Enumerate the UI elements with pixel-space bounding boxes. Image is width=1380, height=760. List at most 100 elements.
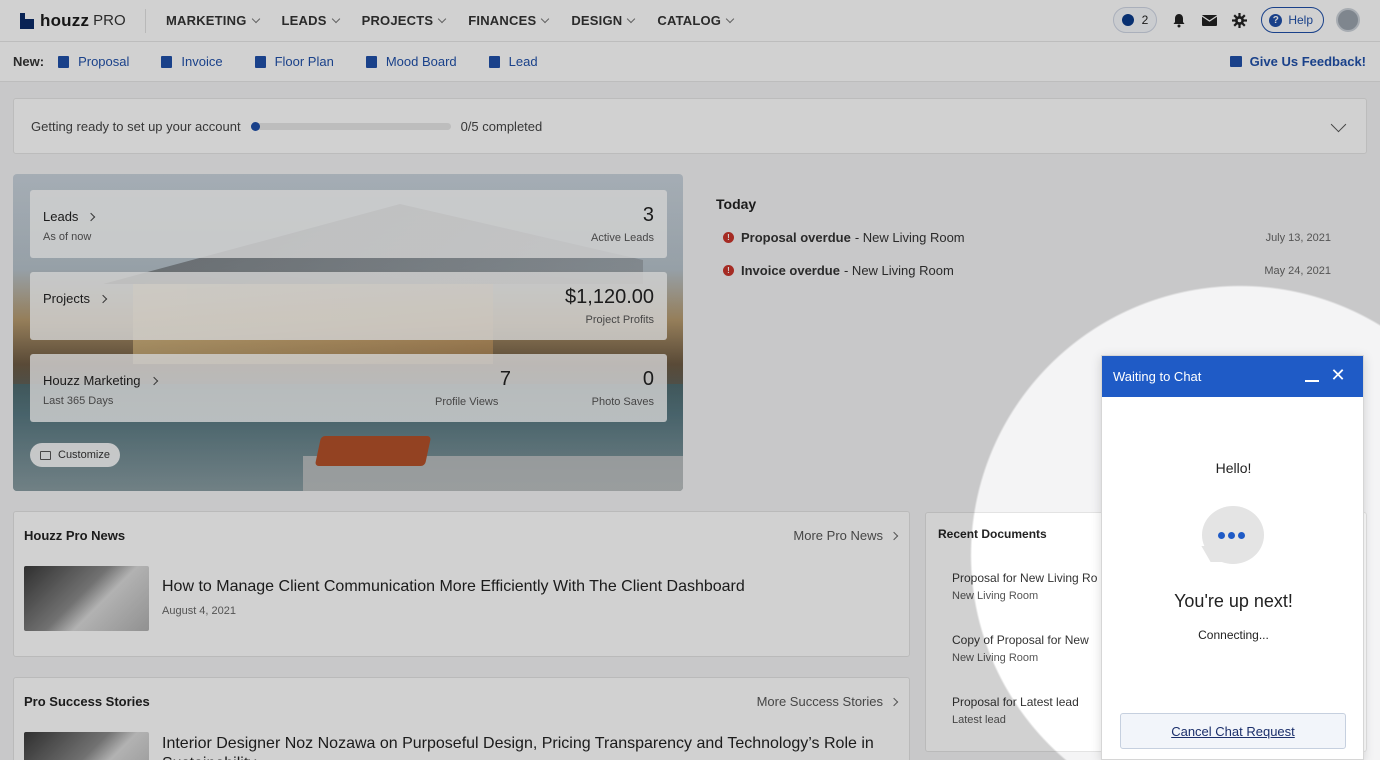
dashboard-hero: Leads As of now 3 Active Leads Projects … <box>13 174 683 491</box>
chevron-right-icon <box>98 294 108 303</box>
menu-projects[interactable]: PROJECTS <box>362 13 447 28</box>
setup-progress-panel[interactable]: Getting ready to set up your account 0/5… <box>13 98 1367 154</box>
more-pro-news-link[interactable]: More Pro News <box>793 528 899 543</box>
profile-views-value: 7 <box>499 368 511 390</box>
chevron-right-icon <box>889 697 899 706</box>
chevron-down-icon <box>331 14 340 23</box>
bell-icon[interactable] <box>1171 12 1187 28</box>
document-item[interactable]: Proposal for New Living Ro New Living Ro… <box>952 571 1097 602</box>
new-invoice-link[interactable]: Invoice <box>161 54 223 69</box>
chat-status-text: Connecting... <box>1198 628 1269 642</box>
today-title: Today <box>716 196 757 212</box>
cancel-chat-button[interactable]: Cancel Chat Request <box>1120 713 1346 749</box>
menu-design[interactable]: DESIGN <box>571 13 636 28</box>
chevron-right-icon <box>87 212 96 221</box>
photo-saves-label: Photo Saves <box>591 396 654 408</box>
new-floor-plan-link[interactable]: Floor Plan <box>254 54 334 69</box>
new-lead-link[interactable]: Lead <box>488 54 538 69</box>
chat-bubble-icon <box>1201 506 1264 564</box>
image-icon <box>40 450 51 460</box>
document-item[interactable]: Copy of Proposal for New New Living Room <box>952 633 1089 664</box>
document-icon <box>58 55 70 68</box>
story-headline[interactable]: Interior Designer Noz Nozawa on Purposef… <box>162 734 897 760</box>
menu-catalog[interactable]: CATALOG <box>657 13 735 28</box>
gear-icon[interactable] <box>1231 12 1247 28</box>
today-item-date: July 13, 2021 <box>1265 231 1331 244</box>
projects-value: $1,120.00 <box>565 286 654 308</box>
setup-label: Getting ready to set up your account <box>31 118 241 134</box>
hero-photo-towel <box>314 436 432 466</box>
leads-value-label: Active Leads <box>591 232 654 244</box>
new-label: New: <box>13 54 45 69</box>
avatar[interactable] <box>1336 8 1360 32</box>
recent-documents-title: Recent Documents <box>938 527 1047 541</box>
menu-marketing[interactable]: MARKETING <box>166 13 260 28</box>
marketing-sub: Last 365 Days <box>43 395 114 407</box>
news-thumbnail[interactable] <box>24 566 149 631</box>
close-icon[interactable]: ✕ <box>1329 366 1347 384</box>
menu-leads[interactable]: LEADS <box>282 13 340 28</box>
new-mood-board-link[interactable]: Mood Board <box>365 54 457 69</box>
success-stories-card: Pro Success Stories More Success Stories… <box>13 677 910 760</box>
chevron-down-icon[interactable] <box>1330 116 1347 133</box>
today-item-date: May 24, 2021 <box>1264 264 1331 277</box>
leads-sub: As of now <box>43 231 92 243</box>
setup-count: 0/5 completed <box>460 118 543 134</box>
quick-create-bar: New: Proposal Invoice Floor Plan Mood Bo… <box>0 42 1380 82</box>
timer-button[interactable]: 2 <box>1112 7 1158 33</box>
news-date: August 4, 2021 <box>162 605 237 617</box>
alert-icon: ! <box>723 232 734 243</box>
today-item[interactable]: ! Proposal overdue - New Living Room Jul… <box>723 230 1331 245</box>
chat-header: Waiting to Chat ✕ <box>1102 356 1363 397</box>
grid-icon <box>365 55 377 68</box>
help-button[interactable]: ? Help <box>1261 7 1324 33</box>
stopwatch-icon <box>1121 14 1134 26</box>
feedback-link[interactable]: Give Us Feedback! <box>1229 54 1366 69</box>
pro-news-card: Houzz Pro News More Pro News How to Mana… <box>13 511 910 657</box>
nav-divider <box>145 8 146 33</box>
mail-icon[interactable] <box>1201 12 1217 28</box>
projects-title: Projects <box>43 291 90 306</box>
more-success-stories-link[interactable]: More Success Stories <box>757 694 899 709</box>
logo-text: houzz <box>40 10 90 30</box>
projects-value-label: Project Profits <box>585 314 654 326</box>
chevron-down-icon <box>251 14 260 23</box>
question-icon: ? <box>1269 13 1283 27</box>
marketing-card[interactable]: Houzz Marketing Last 365 Days 7 Profile … <box>30 354 667 422</box>
chevron-down-icon <box>541 14 550 23</box>
customize-button[interactable]: Customize <box>30 443 120 467</box>
news-headline[interactable]: How to Manage Client Communication More … <box>162 577 897 597</box>
leads-title: Leads <box>43 209 79 224</box>
chart-icon <box>1229 56 1242 67</box>
chat-widget: Waiting to Chat ✕ Hello! You're up next!… <box>1101 355 1364 760</box>
chat-greeting: Hello! <box>1215 460 1252 476</box>
chevron-right-icon <box>149 376 158 385</box>
chat-status-heading: You're up next! <box>1174 591 1293 611</box>
story-thumbnail[interactable] <box>24 732 149 760</box>
houzz-pro-logo[interactable]: houzz PRO <box>20 11 145 31</box>
contact-card-icon <box>488 55 500 68</box>
new-proposal-link[interactable]: Proposal <box>58 54 129 69</box>
minimize-icon[interactable] <box>1305 380 1319 382</box>
main-menu: MARKETING LEADS PROJECTS FINANCES DESIGN… <box>156 13 746 28</box>
cube-icon <box>254 55 266 68</box>
logo-suffix: PRO <box>93 12 126 29</box>
marketing-title: Houzz Marketing <box>43 373 141 388</box>
houzz-logo-icon <box>20 12 34 29</box>
chevron-down-icon <box>627 14 636 23</box>
chevron-down-icon <box>438 14 447 23</box>
setup-progress-bar <box>250 121 451 131</box>
projects-card[interactable]: Projects $1,120.00 Project Profits <box>30 272 667 340</box>
pro-news-title: Houzz Pro News <box>24 528 126 543</box>
chevron-right-icon <box>889 531 899 540</box>
timer-count: 2 <box>1141 13 1149 27</box>
photo-saves-value: 0 <box>642 368 654 390</box>
document-item[interactable]: Proposal for Latest lead Latest lead <box>952 695 1079 726</box>
profile-views-label: Profile Views <box>435 396 499 408</box>
chat-title: Waiting to Chat <box>1113 369 1202 384</box>
today-item[interactable]: ! Invoice overdue - New Living Room May … <box>723 263 1331 278</box>
menu-finances[interactable]: FINANCES <box>468 13 550 28</box>
top-nav: houzz PRO MARKETING LEADS PROJECTS FINAN… <box>0 0 1380 42</box>
leads-card[interactable]: Leads As of now 3 Active Leads <box>30 190 667 258</box>
progress-indicator <box>250 121 260 131</box>
